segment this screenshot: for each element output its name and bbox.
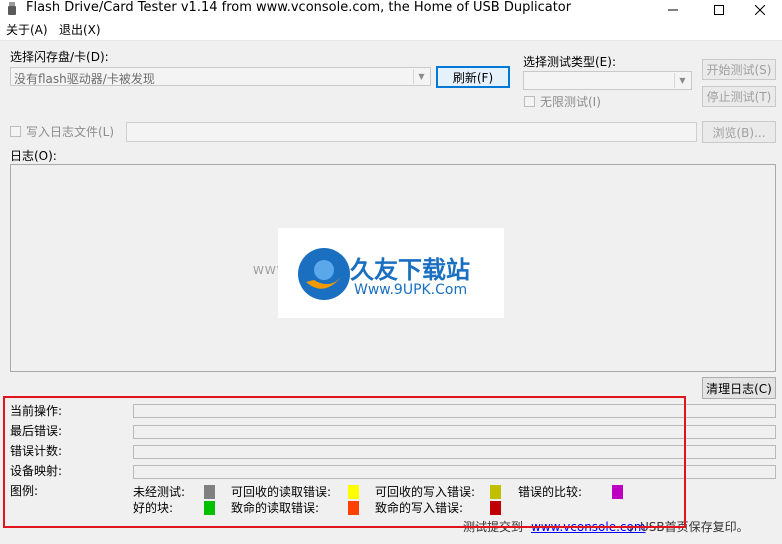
close-icon — [755, 5, 765, 15]
highlight-box — [3, 396, 686, 528]
maximize-button[interactable] — [696, 0, 742, 20]
brand-logo-icon — [298, 248, 350, 300]
infinite-test-label: 无限测试(I) — [540, 95, 601, 109]
test-type-combo[interactable]: ▼ — [523, 71, 692, 90]
maximize-icon — [714, 5, 724, 15]
chevron-down-icon[interactable]: ▼ — [674, 73, 690, 88]
watermark-url: Www.9UPK.Com — [354, 282, 468, 298]
watermark-box: 久友下载站 Www.9UPK.Com — [278, 228, 504, 318]
menu-about[interactable]: 关于(A) — [6, 23, 48, 37]
browse-button[interactable]: 浏览(B)... — [702, 121, 776, 143]
write-logfile-label: 写入日志文件(L) — [26, 125, 115, 139]
log-label: 日志(O): — [10, 149, 57, 163]
drive-select-combo[interactable]: 没有flash驱动器/卡被发现 ▼ — [10, 67, 431, 86]
menu-bar — [0, 20, 782, 41]
watermark-brand: 久友下载站 — [350, 256, 470, 284]
logfile-path-input[interactable] — [126, 122, 697, 142]
start-test-button[interactable]: 开始测试(S) — [702, 59, 776, 80]
refresh-button[interactable]: 刷新(F) — [436, 66, 510, 88]
test-type-label: 选择测试类型(E): — [523, 55, 616, 69]
drive-select-value: 没有flash驱动器/卡被发现 — [14, 72, 155, 86]
usb-drive-icon — [8, 2, 16, 15]
stop-test-button[interactable]: 停止测试(T) — [702, 86, 776, 107]
drive-select-label: 选择闪存盘/卡(D): — [10, 50, 109, 64]
window-title: Flash Drive/Card Tester v1.14 from www.v… — [26, 0, 572, 15]
menu-exit[interactable]: 退出(X) — [59, 23, 101, 37]
infinite-test-checkbox[interactable] — [524, 96, 535, 107]
close-button[interactable] — [738, 0, 782, 20]
chevron-down-icon[interactable]: ▼ — [413, 69, 429, 84]
minimize-icon — [668, 9, 678, 11]
clear-log-button[interactable]: 清理日志(C) — [702, 377, 776, 399]
write-logfile-checkbox[interactable] — [10, 126, 21, 137]
minimize-button[interactable] — [650, 0, 696, 20]
